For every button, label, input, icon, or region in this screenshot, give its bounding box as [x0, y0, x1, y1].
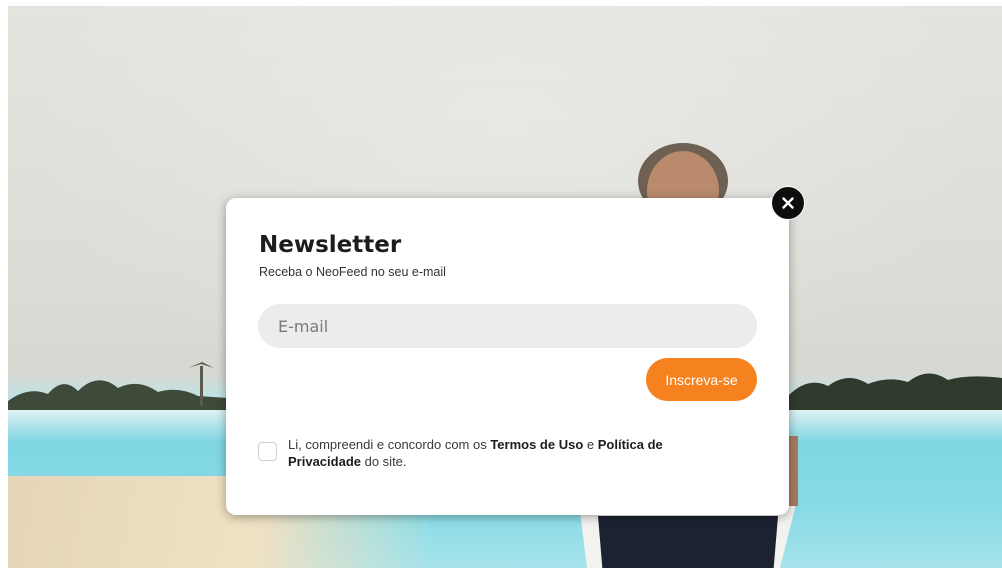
- consent-text: Li, compreendi e concordo com os Termos …: [288, 436, 728, 470]
- consent-text-before: Li, compreendi e concordo com os: [288, 437, 491, 452]
- terms-of-use-link[interactable]: Termos de Uso: [490, 437, 583, 452]
- consent-checkbox[interactable]: [258, 442, 277, 461]
- newsletter-modal: Newsletter Receba o NeoFeed no seu e-mai…: [226, 198, 789, 515]
- consent-text-after: do site.: [361, 454, 407, 469]
- subscribe-button[interactable]: Inscreva-se: [646, 358, 757, 401]
- modal-title: Newsletter: [259, 232, 402, 258]
- consent-text-middle: e: [583, 437, 598, 452]
- email-input[interactable]: [258, 304, 757, 348]
- modal-subtitle: Receba o NeoFeed no seu e-mail: [259, 265, 446, 279]
- close-modal-button[interactable]: [771, 186, 805, 220]
- close-icon: [782, 197, 794, 209]
